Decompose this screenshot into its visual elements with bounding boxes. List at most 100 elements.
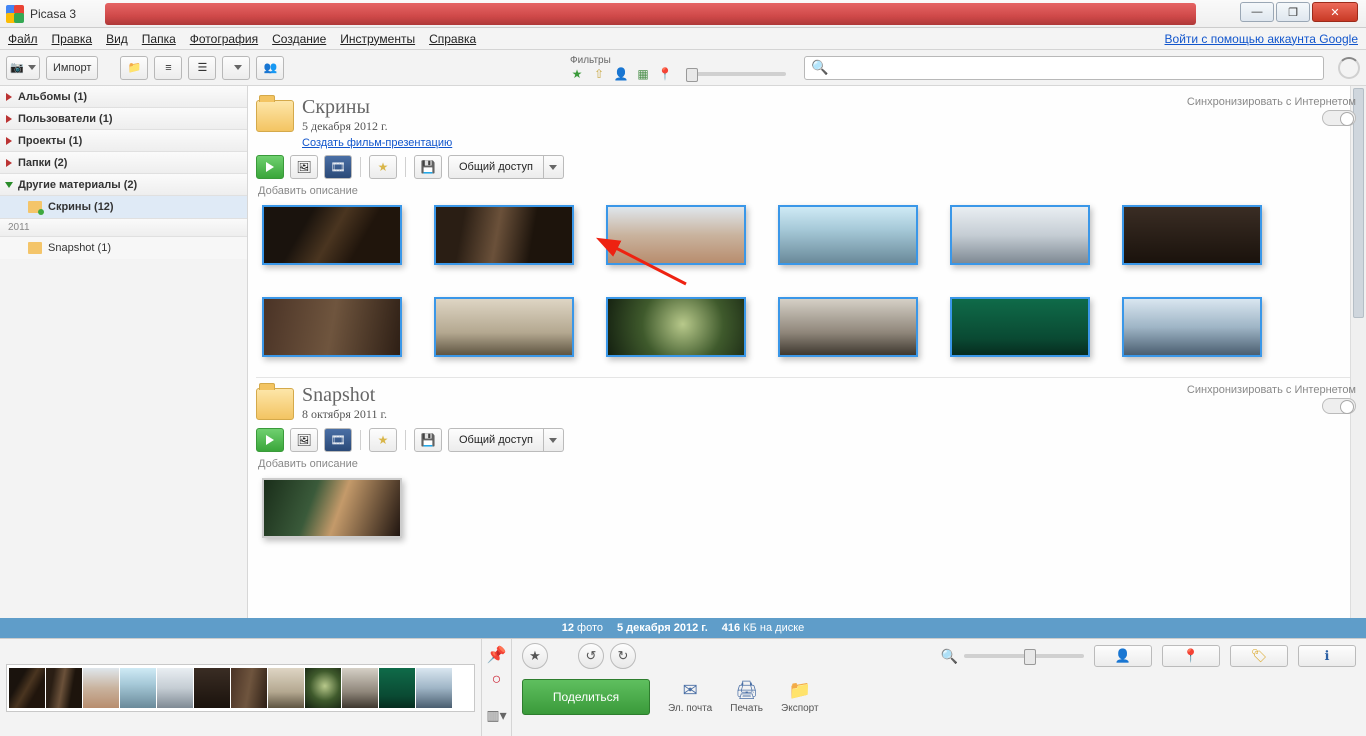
clear-tray-icon[interactable]: ○ bbox=[492, 671, 502, 689]
thumbnail[interactable] bbox=[606, 205, 746, 265]
sidebar-section-other[interactable]: Другие материалы (2) bbox=[0, 174, 247, 196]
people-view-button[interactable]: 👥 bbox=[256, 56, 284, 80]
filter-star-icon[interactable]: ★ bbox=[570, 67, 584, 81]
share-button[interactable]: Общий доступ bbox=[448, 155, 544, 179]
search-input[interactable]: 🔍 bbox=[804, 56, 1324, 80]
tray-thumbnail[interactable] bbox=[379, 668, 415, 708]
big-share-button[interactable]: Поделиться bbox=[522, 679, 650, 715]
tray-thumbnail[interactable] bbox=[83, 668, 119, 708]
minimize-button[interactable]: — bbox=[1240, 2, 1274, 22]
folder-block-snapshot: Snapshot 8 октября 2011 г. Синхронизиров… bbox=[256, 377, 1358, 548]
menu-folder[interactable]: Папка bbox=[142, 32, 176, 46]
sidebar-item-skriny[interactable]: Скрины (12) bbox=[0, 196, 247, 218]
tray-thumbnail[interactable] bbox=[9, 668, 45, 708]
tray-thumbnail[interactable] bbox=[157, 668, 193, 708]
thumbnail[interactable] bbox=[606, 297, 746, 357]
menu-create[interactable]: Создание bbox=[272, 32, 326, 46]
save-button[interactable]: 💾 bbox=[414, 428, 442, 452]
import-device-button[interactable]: 📷 bbox=[6, 56, 40, 80]
rotate-right-button[interactable]: ↻ bbox=[610, 643, 636, 669]
sidebar: Альбомы (1) Пользователи (1) Проекты (1)… bbox=[0, 86, 248, 618]
view-tree-button[interactable]: ☰ bbox=[188, 56, 216, 80]
filter-date-slider[interactable] bbox=[686, 72, 786, 76]
folder-icon bbox=[28, 242, 42, 254]
people-panel-button[interactable]: 👤 bbox=[1094, 645, 1152, 667]
import-button[interactable]: Импорт bbox=[46, 56, 98, 80]
zoom-slider[interactable] bbox=[964, 654, 1084, 658]
new-album-button[interactable]: 📁 bbox=[120, 56, 148, 80]
share-button[interactable]: Общий доступ bbox=[448, 428, 544, 452]
tray-thumbnail[interactable] bbox=[268, 668, 304, 708]
content-scrollbar[interactable] bbox=[1350, 86, 1366, 618]
menu-file[interactable]: Файл bbox=[8, 32, 38, 46]
save-button[interactable]: 💾 bbox=[414, 155, 442, 179]
thumbnail[interactable] bbox=[262, 478, 402, 538]
tray-thumbnail[interactable] bbox=[342, 668, 378, 708]
thumbnail[interactable] bbox=[778, 205, 918, 265]
thumbnail[interactable] bbox=[262, 205, 402, 265]
rotate-left-button[interactable]: ↺ bbox=[578, 643, 604, 669]
filter-movie-icon[interactable]: ▦ bbox=[636, 67, 650, 81]
star-button[interactable]: ★ bbox=[369, 155, 397, 179]
menu-help[interactable]: Справка bbox=[429, 32, 476, 46]
thumbnail[interactable] bbox=[434, 205, 574, 265]
sign-in-link[interactable]: Войти с помощью аккаунта Google bbox=[1165, 32, 1358, 46]
share-dropdown-button[interactable] bbox=[544, 155, 564, 179]
star-round-button[interactable]: ★ bbox=[522, 643, 548, 669]
sync-toggle[interactable] bbox=[1322, 110, 1356, 126]
info-panel-button[interactable]: ℹ bbox=[1298, 645, 1356, 667]
movie-button[interactable]: 🎞 bbox=[324, 155, 352, 179]
view-list-button[interactable]: ≡ bbox=[154, 56, 182, 80]
share-dropdown-button[interactable] bbox=[544, 428, 564, 452]
close-button[interactable]: ✕ bbox=[1312, 2, 1358, 22]
collage-button[interactable]: 🖼 bbox=[290, 155, 318, 179]
sync-toggle[interactable] bbox=[1322, 398, 1356, 414]
sidebar-section-projects[interactable]: Проекты (1) bbox=[0, 130, 247, 152]
menu-photo[interactable]: Фотография bbox=[190, 32, 258, 46]
selection-tray[interactable] bbox=[6, 664, 475, 712]
sidebar-item-snapshot[interactable]: Snapshot (1) bbox=[0, 237, 247, 259]
tray-thumbnail[interactable] bbox=[305, 668, 341, 708]
collage-button[interactable]: 🖼 bbox=[290, 428, 318, 452]
folder-title[interactable]: Snapshot bbox=[302, 384, 387, 407]
maximize-button[interactable]: ❐ bbox=[1276, 2, 1310, 22]
add-description[interactable]: Добавить описание bbox=[258, 458, 1358, 470]
sidebar-section-users[interactable]: Пользователи (1) bbox=[0, 108, 247, 130]
menu-edit[interactable]: Правка bbox=[52, 32, 93, 46]
add-description[interactable]: Добавить описание bbox=[258, 185, 1358, 197]
menu-view[interactable]: Вид bbox=[106, 32, 128, 46]
tray-thumbnail[interactable] bbox=[46, 668, 82, 708]
play-slideshow-button[interactable] bbox=[256, 428, 284, 452]
play-slideshow-button[interactable] bbox=[256, 155, 284, 179]
thumbnail[interactable] bbox=[1122, 205, 1262, 265]
tray-thumbnail[interactable] bbox=[120, 668, 156, 708]
tray-thumbnail[interactable] bbox=[416, 668, 452, 708]
print-button[interactable]: 🖨Печать bbox=[730, 680, 763, 714]
filter-person-icon[interactable]: 👤 bbox=[614, 67, 628, 81]
filter-upload-icon[interactable]: ⇧ bbox=[592, 67, 606, 81]
tray-menu-button[interactable]: ▥▾ bbox=[486, 707, 506, 724]
bottom-panel: 📌 ○ ▥▾ ★ ↺ ↻ 🔍 👤 📍 🏷 ℹ Поделиться ✉Эл. п… bbox=[0, 638, 1366, 736]
email-button[interactable]: ✉Эл. почта bbox=[668, 680, 712, 714]
tray-thumbnail[interactable] bbox=[194, 668, 230, 708]
folder-title[interactable]: Скрины bbox=[302, 96, 452, 119]
menu-tools[interactable]: Инструменты bbox=[340, 32, 415, 46]
thumbnail[interactable] bbox=[262, 297, 402, 357]
tray-thumbnail[interactable] bbox=[231, 668, 267, 708]
export-button[interactable]: 📁Экспорт bbox=[781, 680, 819, 714]
view-options-button[interactable] bbox=[222, 56, 250, 80]
movie-button[interactable]: 🎞 bbox=[324, 428, 352, 452]
filter-geo-icon[interactable]: 📍 bbox=[658, 67, 672, 81]
thumbnail[interactable] bbox=[1122, 297, 1262, 357]
create-slideshow-link[interactable]: Создать фильм-презентацию bbox=[302, 137, 452, 149]
tags-panel-button[interactable]: 🏷 bbox=[1230, 645, 1288, 667]
thumbnail[interactable] bbox=[778, 297, 918, 357]
thumbnail[interactable] bbox=[950, 297, 1090, 357]
sidebar-section-folders[interactable]: Папки (2) bbox=[0, 152, 247, 174]
star-button[interactable]: ★ bbox=[369, 428, 397, 452]
pin-tray-icon[interactable]: 📌 bbox=[487, 645, 507, 665]
places-panel-button[interactable]: 📍 bbox=[1162, 645, 1220, 667]
thumbnail[interactable] bbox=[950, 205, 1090, 265]
thumbnail[interactable] bbox=[434, 297, 574, 357]
sidebar-section-albums[interactable]: Альбомы (1) bbox=[0, 86, 247, 108]
